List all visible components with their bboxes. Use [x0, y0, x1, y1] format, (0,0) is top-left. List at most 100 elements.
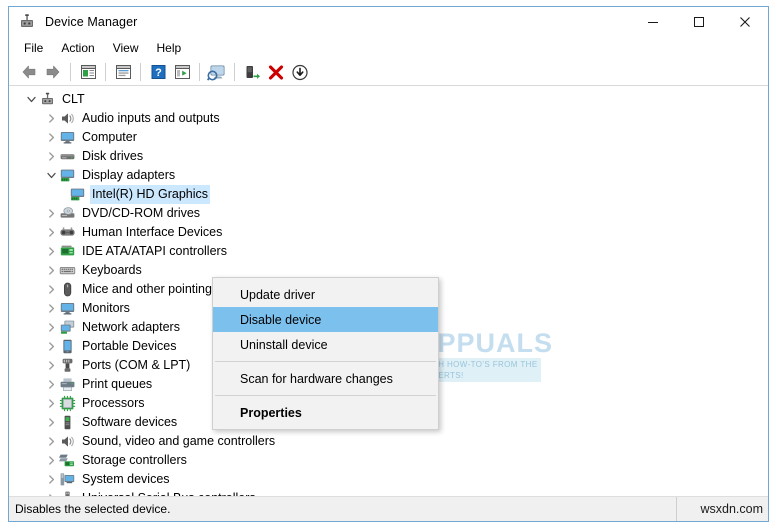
tree-item-system-devices[interactable]: System devices: [9, 470, 768, 489]
title-bar: Device Manager: [9, 7, 768, 37]
context-menu: Update driver Disable device Uninstall d…: [212, 277, 439, 430]
status-bar: Disables the selected device. wsxdn.com: [9, 496, 768, 521]
system-device-icon: [59, 471, 76, 488]
back-arrow-icon[interactable]: [17, 61, 41, 83]
chevron-right-icon[interactable]: [43, 432, 59, 451]
help-icon[interactable]: ?: [146, 61, 170, 83]
window-title: Device Manager: [45, 15, 138, 29]
context-menu-separator: [215, 361, 436, 362]
device-manager-icon: [18, 13, 36, 31]
context-menu-item-scan-for-hardware-changes[interactable]: Scan for hardware changes: [213, 366, 438, 391]
tree-item-intel-hd-graphics[interactable]: Intel(R) HD Graphics: [9, 185, 768, 204]
chevron-right-icon[interactable]: [43, 223, 59, 242]
tree-item-label: Display adapters: [82, 168, 176, 182]
chevron-right-icon[interactable]: [43, 375, 59, 394]
toolbar-separator: [70, 63, 71, 81]
keyboard-icon: [59, 262, 76, 279]
tree-item-ide-ata-atapi-controllers[interactable]: IDE ATA/ATAPI controllers: [9, 242, 768, 261]
show-hide-console-tree-icon[interactable]: [76, 61, 100, 83]
device-tree[interactable]: CLT Audio inputs and outputs Computer Di…: [9, 86, 768, 496]
tree-item-label: CLT: [62, 92, 85, 106]
disable-device-icon[interactable]: [288, 61, 312, 83]
toolbar-separator: [105, 63, 106, 81]
uninstall-device-icon[interactable]: [264, 61, 288, 83]
chevron-right-icon[interactable]: [43, 413, 59, 432]
context-menu-item-disable-device[interactable]: Disable device: [213, 307, 438, 332]
chevron-right-icon[interactable]: [43, 109, 59, 128]
scan-for-hardware-changes-icon[interactable]: [205, 61, 229, 83]
tree-item-label: System devices: [82, 472, 170, 486]
context-menu-separator: [215, 395, 436, 396]
chevron-down-icon[interactable]: [23, 90, 39, 109]
chevron-right-icon[interactable]: [43, 280, 59, 299]
chevron-right-icon[interactable]: [43, 299, 59, 318]
tree-item-sound-video-and-game-controllers[interactable]: Sound, video and game controllers: [9, 432, 768, 451]
software-device-icon: [59, 414, 76, 431]
tree-item-disk-drives[interactable]: Disk drives: [9, 147, 768, 166]
printer-icon: [59, 376, 76, 393]
tree-item-label: Network adapters: [82, 320, 180, 334]
tree-item-label: Universal Serial Bus controllers: [80, 489, 258, 496]
tree-item-label: Audio inputs and outputs: [82, 111, 220, 125]
display-adapter-icon: [69, 186, 86, 203]
context-menu-item-update-driver[interactable]: Update driver: [213, 282, 438, 307]
disk-drive-icon: [59, 148, 76, 165]
chevron-right-icon[interactable]: [43, 318, 59, 337]
computer-node-icon: [39, 91, 56, 108]
tree-item-label: Software devices: [82, 415, 178, 429]
chevron-right-icon[interactable]: [43, 356, 59, 375]
chevron-right-icon[interactable]: [43, 337, 59, 356]
tree-item-audio-inputs-and-outputs[interactable]: Audio inputs and outputs: [9, 109, 768, 128]
tree-item-computer[interactable]: Computer: [9, 128, 768, 147]
maximize-button[interactable]: [676, 7, 722, 37]
tree-item-label: Processors: [82, 396, 145, 410]
toolbar-separator: [140, 63, 141, 81]
close-button[interactable]: [722, 7, 768, 37]
tree-item-label: Computer: [82, 130, 137, 144]
chevron-down-icon[interactable]: [43, 166, 59, 185]
menu-view[interactable]: View: [104, 39, 148, 58]
chevron-right-icon[interactable]: [43, 451, 59, 470]
status-bar-source-label: wsxdn.com: [676, 497, 768, 521]
chevron-right-icon[interactable]: [43, 147, 59, 166]
menu-help[interactable]: Help: [148, 39, 191, 58]
menu-file[interactable]: File: [15, 39, 52, 58]
processor-icon: [59, 395, 76, 412]
toolbar: ?: [9, 59, 768, 86]
tree-item-human-interface-devices[interactable]: Human Interface Devices: [9, 223, 768, 242]
minimize-button[interactable]: [630, 7, 676, 37]
display-adapter-icon: [59, 167, 76, 184]
tree-item-dvd-cd-rom-drives[interactable]: DVD/CD-ROM drives: [9, 204, 768, 223]
tree-item-label: Monitors: [82, 301, 130, 315]
chevron-right-icon[interactable]: [43, 242, 59, 261]
chevron-right-icon[interactable]: [43, 204, 59, 223]
tree-item-label: DVD/CD-ROM drives: [82, 206, 201, 220]
chevron-right-icon[interactable]: [43, 470, 59, 489]
tree-item-label: Intel(R) HD Graphics: [90, 185, 210, 204]
context-menu-item-uninstall-device[interactable]: Uninstall device: [213, 332, 438, 357]
tree-item-clt[interactable]: CLT: [9, 90, 768, 109]
tree-item-label: Disk drives: [82, 149, 144, 163]
menu-bar: File Action View Help: [9, 37, 768, 59]
update-driver-icon[interactable]: [240, 61, 264, 83]
properties-icon[interactable]: [111, 61, 135, 83]
tree-item-label: Keyboards: [82, 263, 142, 277]
tree-item-storage-controllers[interactable]: Storage controllers: [9, 451, 768, 470]
speaker-icon: [59, 433, 76, 450]
view-icon[interactable]: [170, 61, 194, 83]
chevron-right-icon[interactable]: [43, 394, 59, 413]
tree-item-universal-serial-bus-controllers[interactable]: Universal Serial Bus controllers: [9, 489, 768, 496]
device-manager-screenshot: Device Manager File Action View Help ? C…: [0, 0, 777, 529]
context-menu-item-properties[interactable]: Properties: [213, 400, 438, 425]
storage-controller-icon: [59, 452, 76, 469]
chevron-right-icon[interactable]: [43, 489, 59, 496]
forward-arrow-icon[interactable]: [41, 61, 65, 83]
mouse-icon: [59, 281, 76, 298]
tree-item-display-adapters[interactable]: Display adapters: [9, 166, 768, 185]
menu-action[interactable]: Action: [52, 39, 103, 58]
chevron-right-icon[interactable]: [43, 128, 59, 147]
portable-device-icon: [59, 338, 76, 355]
port-icon: [59, 357, 76, 374]
chevron-right-icon[interactable]: [43, 261, 59, 280]
monitor-icon: [59, 300, 76, 317]
